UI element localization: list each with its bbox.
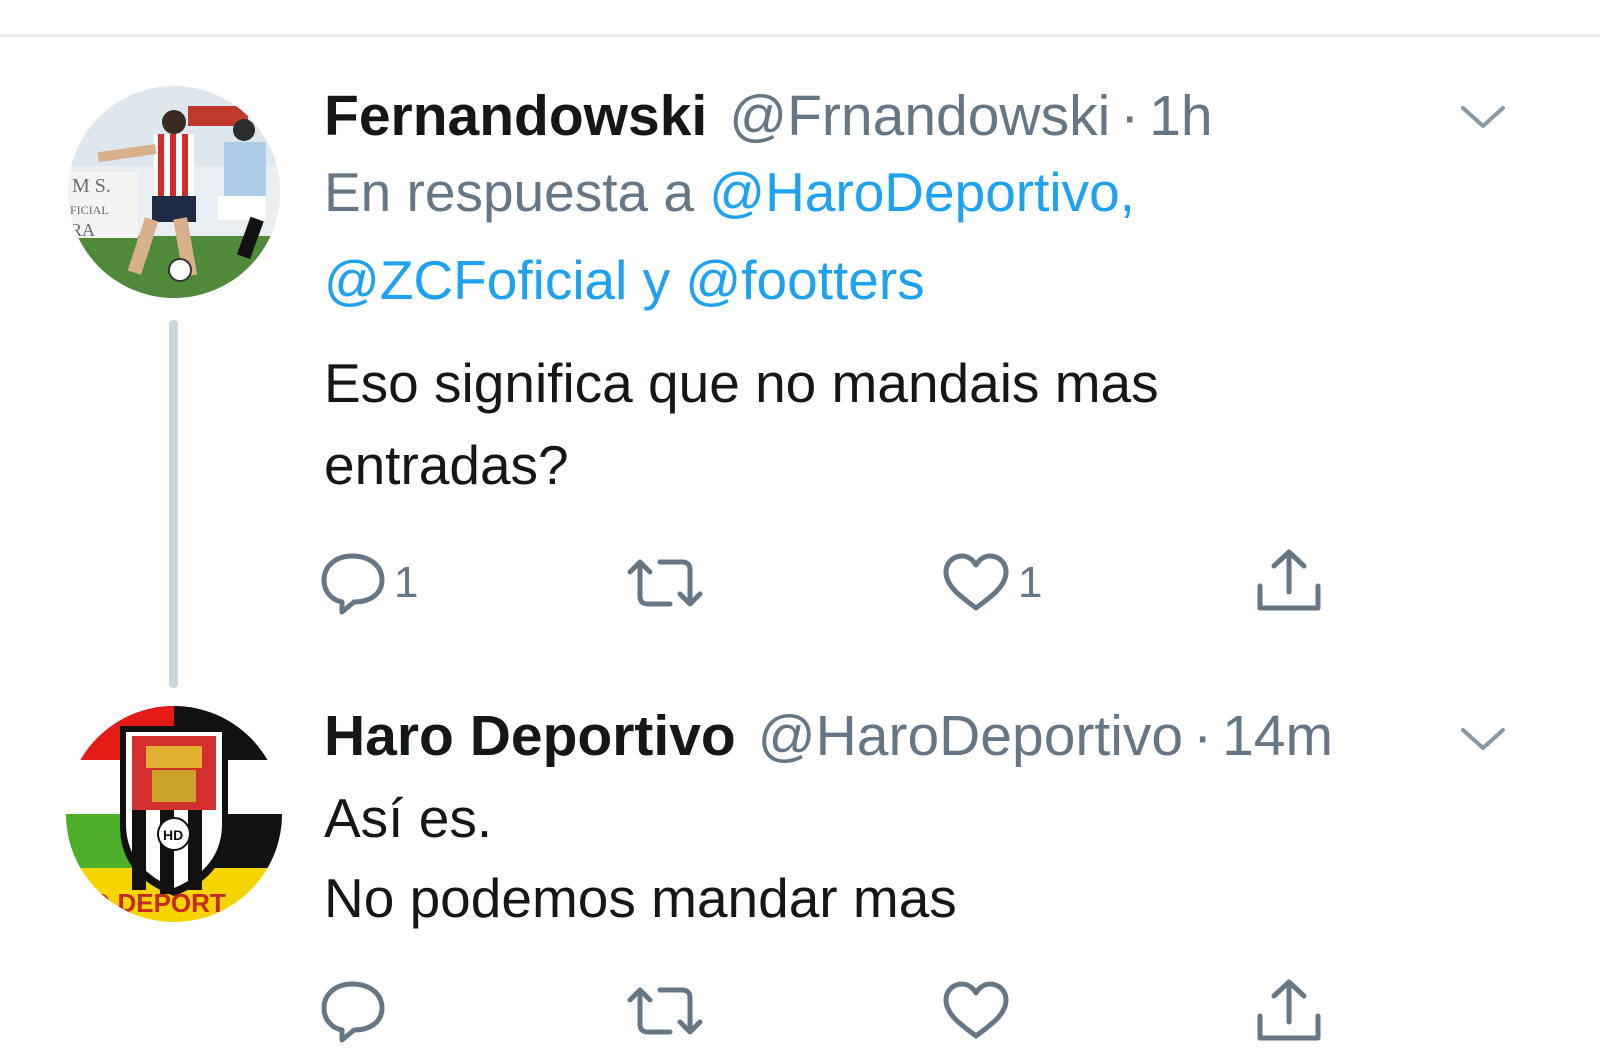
reply-count: 1	[394, 558, 419, 607]
separator-dot: ·	[1120, 84, 1140, 148]
share-icon	[1257, 979, 1321, 1041]
reply-context: En respuesta a @HaroDeportivo, @ZCFofici…	[324, 148, 1540, 324]
like-icon	[943, 553, 1009, 611]
like-button[interactable]	[940, 980, 1012, 1042]
like-count: 1	[1018, 558, 1043, 607]
tweet-text-line: No podemos mandar mas	[324, 867, 957, 929]
avatar-banner-line2: FICIAL	[70, 203, 109, 217]
share-button[interactable]	[1252, 546, 1326, 616]
avatar-club-text: O DEPORT	[90, 888, 226, 918]
tweet-1-header: Fernandowski @Frnandowski · 1h	[324, 84, 1540, 148]
like-icon	[943, 981, 1009, 1039]
tweet-2[interactable]: Haro Deportivo @HaroDeportivo · 14m Así …	[324, 704, 1540, 938]
reply-button[interactable]: 1	[318, 550, 418, 616]
mention-joiner: y	[642, 249, 671, 311]
tweet-text-line: entradas?	[324, 434, 569, 496]
retweet-icon	[627, 987, 703, 1035]
timestamp[interactable]: 1h	[1149, 84, 1212, 148]
reply-icon	[321, 981, 385, 1043]
retweet-button[interactable]	[622, 980, 708, 1042]
avatar-harodeportivo[interactable]: HD O DEPORT	[66, 706, 282, 922]
timestamp[interactable]: 14m	[1222, 704, 1333, 768]
retweet-icon	[627, 559, 703, 607]
avatar-fernandowski[interactable]: M S. FICIAL RA	[68, 86, 280, 298]
tweet-2-header: Haro Deportivo @HaroDeportivo · 14m	[324, 704, 1540, 768]
username[interactable]: @Frnandowski	[729, 84, 1110, 148]
mention-harodeportivo[interactable]: @HaroDeportivo,	[709, 161, 1135, 223]
tweet-text-line: Eso significa que no mandais mas	[324, 352, 1159, 414]
chevron-down-icon[interactable]	[1458, 722, 1508, 761]
avatar-banner-line1: M S.	[72, 175, 111, 197]
chevron-down-icon[interactable]	[1458, 100, 1508, 139]
display-name[interactable]: Fernandowski	[324, 84, 707, 148]
tweet-text-line: Así es.	[324, 787, 493, 849]
reply-prefix: En respuesta a	[324, 161, 694, 223]
mention-footters[interactable]: @footters	[685, 249, 924, 311]
thread-connector	[169, 320, 178, 688]
mention-zcfoficial[interactable]: @ZCFoficial	[324, 249, 627, 311]
avatar-monogram: HD	[163, 827, 183, 843]
tweet-1[interactable]: Fernandowski @Frnandowski · 1h En respue…	[324, 84, 1540, 506]
tweet-text: Así es. No podemos mandar mas	[324, 778, 1540, 938]
top-divider	[0, 34, 1600, 37]
display-name[interactable]: Haro Deportivo	[324, 704, 736, 768]
retweet-button[interactable]	[622, 552, 708, 614]
like-button[interactable]: 1	[940, 552, 1042, 614]
avatar-banner-line3: RA	[70, 220, 95, 240]
tweet-text: Eso significa que no mandais mas entrada…	[324, 342, 1540, 506]
separator-dot: ·	[1193, 704, 1213, 768]
share-icon	[1257, 549, 1321, 611]
reply-icon	[321, 553, 385, 615]
share-button[interactable]	[1252, 976, 1326, 1046]
reply-button[interactable]	[318, 978, 388, 1044]
username[interactable]: @HaroDeportivo	[758, 704, 1183, 768]
